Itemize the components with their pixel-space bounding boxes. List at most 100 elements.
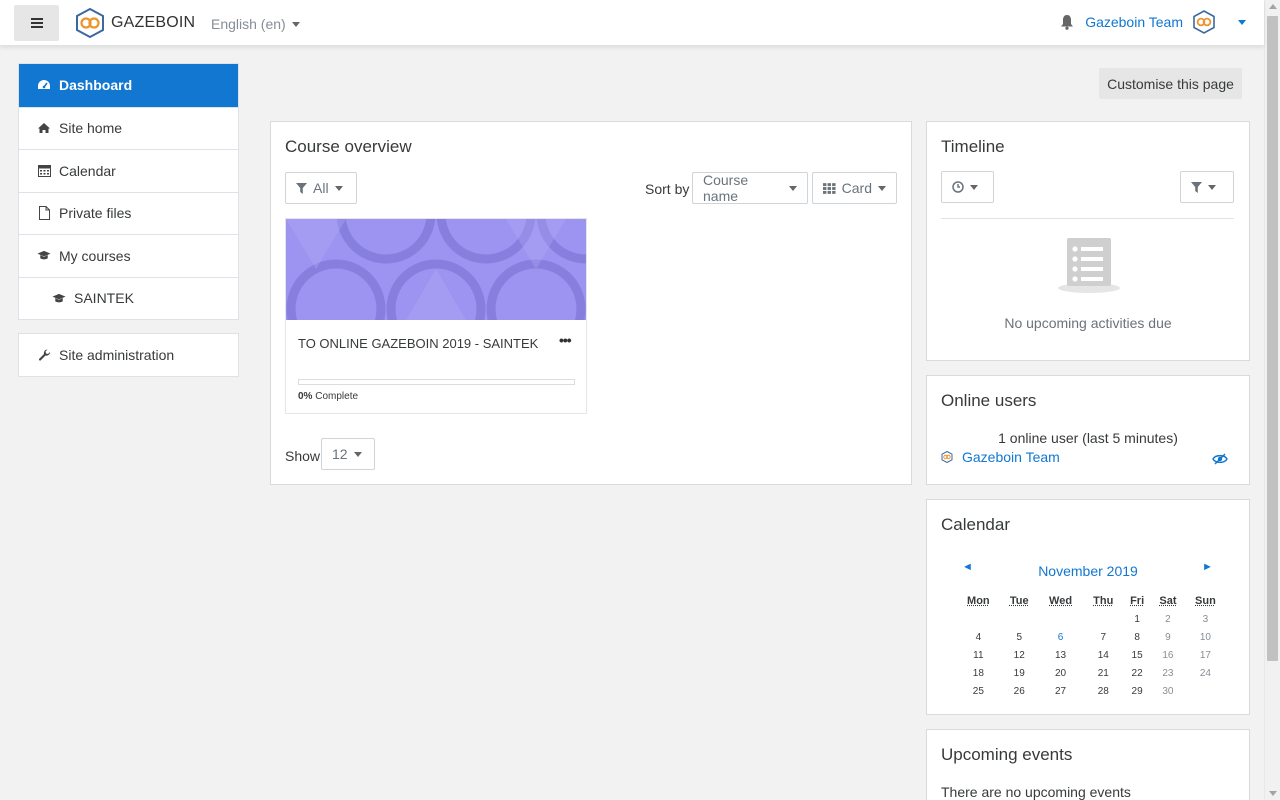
- calendar-day[interactable]: 29: [1123, 682, 1151, 700]
- calendar-day[interactable]: 18: [956, 664, 1001, 682]
- sort-value: Course name: [703, 172, 749, 204]
- calendar-day[interactable]: 27: [1038, 682, 1084, 700]
- calendar-grid: Mon Tue Wed Thu Fri Sat Sun 1 2 3 4 5 6 7 8 9 10 1…: [956, 592, 1226, 700]
- avatar-icon[interactable]: [1192, 10, 1216, 34]
- calendar-day[interactable]: 8: [1123, 628, 1151, 646]
- online-user-item[interactable]: Gazeboin Team: [941, 449, 1060, 465]
- bell-icon[interactable]: [1060, 14, 1074, 30]
- calendar-day[interactable]: 16: [1151, 646, 1185, 664]
- sidebar-item-private-files[interactable]: Private files: [19, 191, 238, 235]
- scroll-down-icon[interactable]: [1269, 791, 1277, 796]
- course-actions-icon[interactable]: •••: [559, 332, 572, 348]
- progress-text: 0% Complete: [298, 391, 358, 402]
- chevron-down-icon: [789, 185, 797, 191]
- weekday-header: Tue: [1009, 595, 1029, 607]
- calendar-empty-cell: [956, 610, 1001, 628]
- calendar-day[interactable]: 13: [1038, 646, 1084, 664]
- calendar-day[interactable]: 3: [1185, 610, 1226, 628]
- calendar-day[interactable]: 11: [956, 646, 1001, 664]
- sort-dropdown[interactable]: Course name: [692, 172, 808, 204]
- timeline-sort-filter[interactable]: [1180, 171, 1234, 203]
- calendar-week-row: 25 26 27 28 29 30: [956, 682, 1226, 700]
- sidebar-item-site-home[interactable]: Site home: [19, 106, 238, 150]
- calendar-day[interactable]: 20: [1038, 664, 1084, 682]
- empty-state-text: No upcoming activities due: [1004, 315, 1172, 331]
- nav-group-admin: Site administration: [18, 333, 239, 377]
- progress-value: 0%: [298, 391, 313, 402]
- calendar-day[interactable]: 9: [1151, 628, 1185, 646]
- page-size-value: 12: [332, 446, 348, 462]
- calendar-day[interactable]: 4: [956, 628, 1001, 646]
- filter-label: All: [313, 180, 329, 196]
- view-dropdown[interactable]: Card: [812, 172, 897, 204]
- sidebar-item-my-courses[interactable]: My courses: [19, 234, 238, 277]
- block-title: Course overview: [285, 137, 412, 156]
- scrollbar-thumb[interactable]: [1267, 16, 1278, 661]
- user-menu[interactable]: Gazeboin Team: [1060, 10, 1246, 34]
- calendar-day[interactable]: 25: [956, 682, 1001, 700]
- eye-slash-icon[interactable]: [1212, 453, 1228, 465]
- calendar-day[interactable]: 28: [1083, 682, 1123, 700]
- user-name[interactable]: Gazeboin Team: [1085, 14, 1183, 30]
- hamburger-icon: [30, 18, 43, 28]
- brand-link[interactable]: GAZEBOIN: [76, 8, 195, 38]
- sidebar-item-label: My courses: [59, 247, 131, 264]
- calendar-day[interactable]: 10: [1185, 628, 1226, 646]
- calendar-day[interactable]: 22: [1123, 664, 1151, 682]
- online-user-link[interactable]: Gazeboin Team: [962, 449, 1060, 465]
- chevron-down-icon[interactable]: [1238, 19, 1246, 25]
- calendar-day[interactable]: 21: [1083, 664, 1123, 682]
- wrench-icon: [37, 348, 51, 362]
- menu-toggle-button[interactable]: [14, 5, 59, 41]
- page-size-dropdown[interactable]: 12: [321, 438, 375, 470]
- calendar-day[interactable]: 14: [1083, 646, 1123, 664]
- sidebar-item-calendar[interactable]: Calendar: [19, 149, 238, 192]
- calendar-month-link[interactable]: November 2019: [927, 563, 1249, 579]
- chevron-down-icon: [970, 184, 978, 190]
- sort-by-label: Sort by: [645, 181, 690, 197]
- calendar-day[interactable]: 15: [1123, 646, 1151, 664]
- calendar-day[interactable]: 12: [1001, 646, 1038, 664]
- calendar-day[interactable]: 23: [1151, 664, 1185, 682]
- course-image[interactable]: [286, 219, 586, 320]
- course-card[interactable]: TO ONLINE GAZEBOIN 2019 - SAINTEK ••• 0%…: [285, 218, 587, 414]
- nav-group-main: Dashboard Site home Calendar Private fil…: [18, 63, 239, 320]
- calendar-day[interactable]: 26: [1001, 682, 1038, 700]
- page-scrollbar[interactable]: [1264, 0, 1280, 800]
- weekday-header: Sun: [1195, 595, 1216, 607]
- timeline-date-filter[interactable]: [941, 171, 994, 203]
- progress-suffix: Complete: [315, 391, 359, 402]
- file-icon: [37, 206, 51, 221]
- calendar-day[interactable]: 5: [1001, 628, 1038, 646]
- calendar-day[interactable]: 17: [1185, 646, 1226, 664]
- block-title: Online users: [941, 391, 1037, 410]
- course-overview-block: Course overview All Sort by Course name …: [270, 121, 912, 485]
- calendar-day[interactable]: 2: [1151, 610, 1185, 628]
- calendar-day[interactable]: 24: [1185, 664, 1226, 682]
- weekday-header: Mon: [967, 595, 990, 607]
- course-filter-dropdown[interactable]: All: [285, 172, 357, 204]
- graduation-cap-icon: [37, 249, 51, 263]
- chevron-down-icon: [353, 451, 362, 457]
- calendar-day[interactable]: 1: [1123, 610, 1151, 628]
- course-name-link[interactable]: TO ONLINE GAZEBOIN 2019 - SAINTEK: [298, 336, 538, 351]
- home-icon: [37, 121, 51, 135]
- filter-icon: [1191, 181, 1202, 193]
- sidebar-item-site-administration[interactable]: Site administration: [19, 334, 238, 376]
- sidebar-item-dashboard[interactable]: Dashboard: [19, 64, 238, 107]
- upcoming-events-block: Upcoming events There are no upcoming ev…: [926, 729, 1250, 800]
- sidebar-item-saintek[interactable]: SAINTEK: [19, 276, 238, 320]
- calendar-day[interactable]: 6: [1038, 628, 1084, 646]
- clock-icon: [952, 181, 964, 193]
- sidebar-item-label: SAINTEK: [74, 290, 134, 307]
- nav-drawer: Dashboard Site home Calendar Private fil…: [0, 46, 257, 800]
- show-label: Show: [285, 448, 321, 464]
- calendar-block: Calendar ◄ ► November 2019 Mon Tue Wed T…: [926, 499, 1250, 715]
- calendar-day[interactable]: 7: [1083, 628, 1123, 646]
- calendar-day[interactable]: 30: [1151, 682, 1185, 700]
- calendar-day[interactable]: 19: [1001, 664, 1038, 682]
- scroll-up-icon[interactable]: [1269, 4, 1277, 9]
- calendar-week-row: 18 19 20 21 22 23 24: [956, 664, 1226, 682]
- language-menu[interactable]: English (en): [211, 16, 300, 32]
- customise-page-button[interactable]: Customise this page: [1099, 68, 1242, 99]
